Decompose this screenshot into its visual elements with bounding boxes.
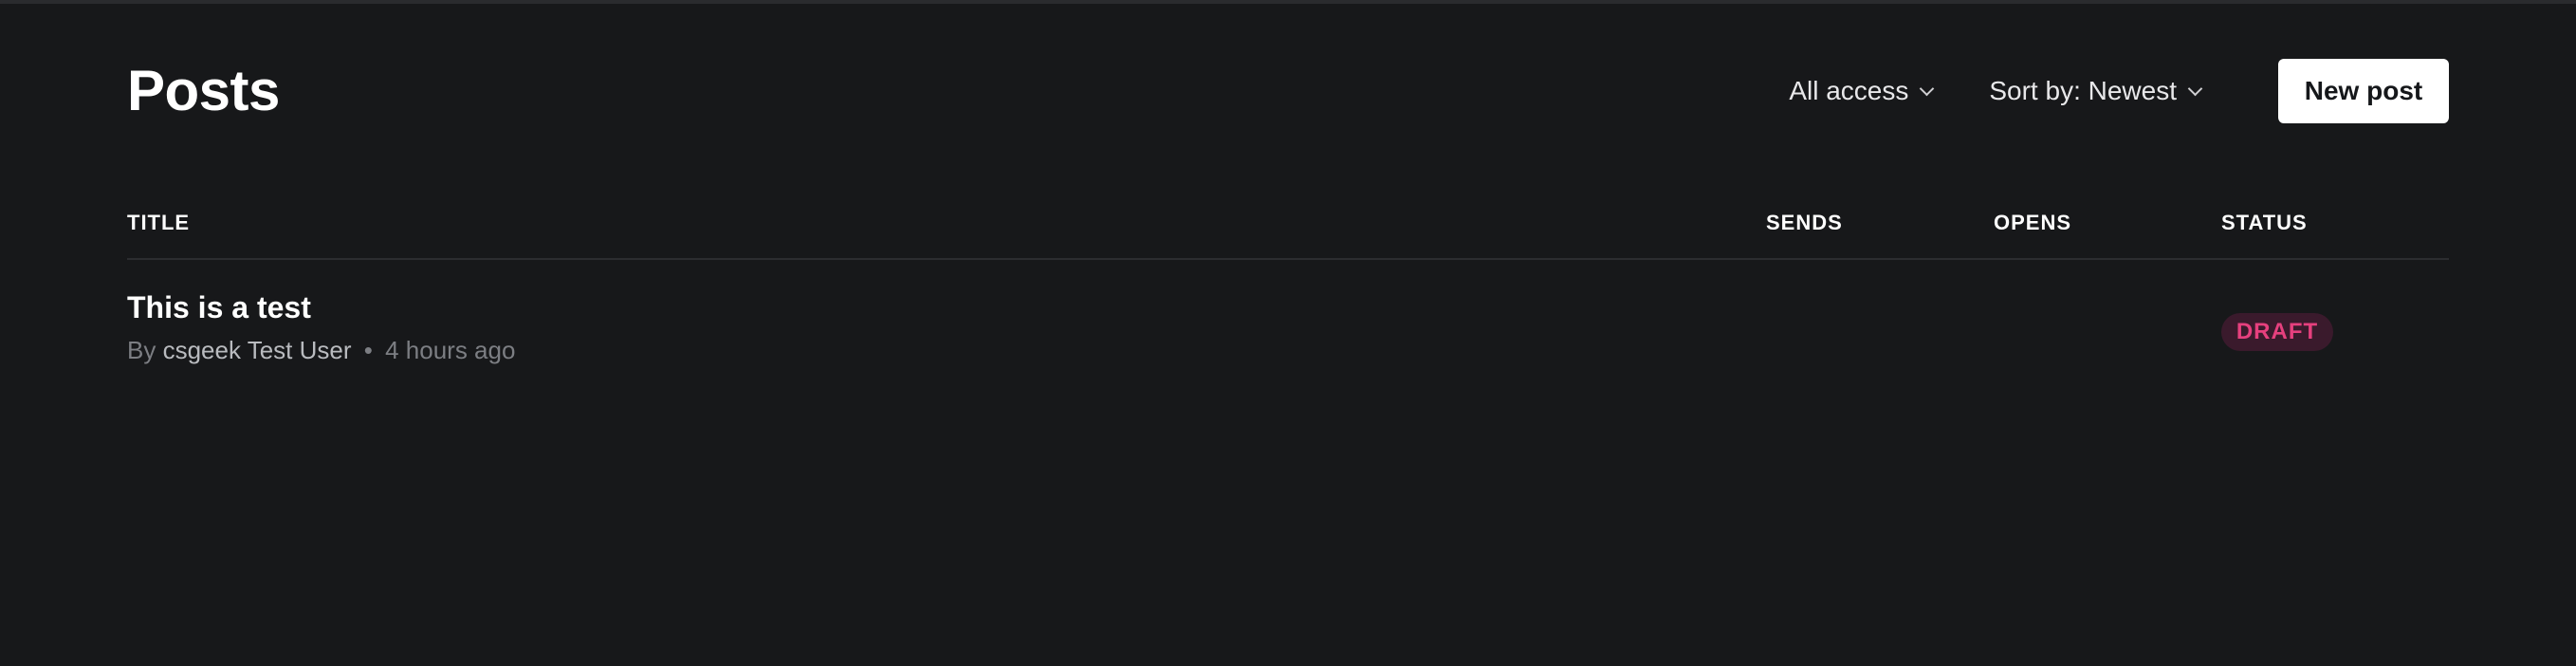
- column-header-status: STATUS: [2221, 211, 2308, 234]
- status-badge: DRAFT: [2221, 313, 2333, 351]
- page-header: Posts All access Sort by: Newest New pos…: [127, 55, 2449, 127]
- post-title[interactable]: This is a test: [127, 290, 311, 325]
- new-post-button[interactable]: New post: [2278, 59, 2449, 123]
- access-filter-label: All access: [1789, 76, 1909, 105]
- posts-page: Posts All access Sort by: Newest New pos…: [127, 0, 2449, 666]
- column-header-title: TITLE: [127, 211, 191, 234]
- header-controls: All access Sort by: Newest New post: [1789, 59, 2449, 123]
- table-header: TITLE SENDS OPENS STATUS: [127, 209, 2449, 260]
- chevron-down-icon: [1920, 81, 1935, 96]
- sort-label: Sort by: Newest: [1989, 76, 2177, 105]
- page-title: Posts: [127, 59, 280, 122]
- meta-separator: •: [363, 336, 373, 364]
- access-filter-dropdown[interactable]: All access: [1789, 76, 1935, 106]
- post-author: csgeek Test User: [162, 336, 352, 364]
- chevron-down-icon: [2187, 81, 2203, 96]
- table-row[interactable]: This is a test By csgeek Test User • 4 h…: [127, 260, 2449, 374]
- column-header-sends: SENDS: [1766, 211, 1843, 234]
- post-time: 4 hours ago: [385, 336, 516, 364]
- column-header-opens: OPENS: [1994, 211, 2072, 234]
- sort-dropdown[interactable]: Sort by: Newest: [1989, 76, 2203, 106]
- meta-by: By: [127, 336, 156, 364]
- post-meta: By csgeek Test User • 4 hours ago: [127, 336, 515, 365]
